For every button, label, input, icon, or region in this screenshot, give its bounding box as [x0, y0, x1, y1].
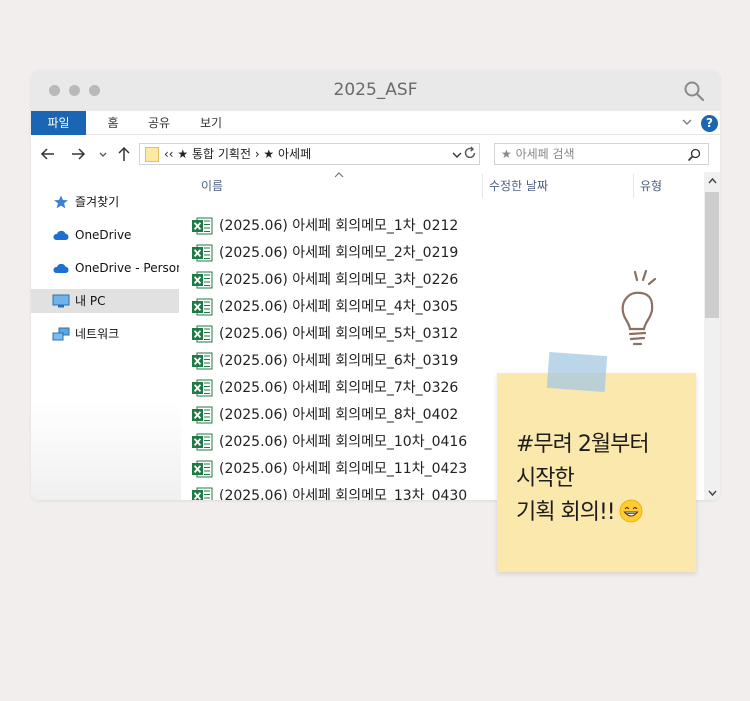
address-path: ‹‹ ★ 통합 기획전 › ★ 아세페: [164, 147, 312, 161]
note-line-text: 기획 회의!!: [516, 500, 616, 525]
column-header-date[interactable]: 수정한 날짜: [489, 172, 548, 200]
file-row[interactable]: (2025.06) 아세페 회의메모_4차_0305: [191, 294, 661, 320]
search-box[interactable]: [494, 143, 709, 165]
file-row[interactable]: (2025.06) 아세페 회의메모_1차_0212: [191, 213, 661, 239]
sticky-note-text: #무려 2월부터 시작한 기획 회의!!: [516, 428, 691, 530]
window-title: 2025_ASF: [333, 80, 418, 100]
tab-view[interactable]: 보기: [191, 111, 231, 135]
refresh-icon[interactable]: [462, 144, 478, 162]
navigation-pane: 즐겨찾기 OneDrive OneDrive - Personal 내 PC: [31, 172, 181, 500]
back-arrow-icon[interactable]: [39, 145, 57, 163]
file-name: (2025.06) 아세페 회의메모_13차_0430: [219, 488, 468, 500]
search-icon[interactable]: [683, 80, 705, 102]
excel-file-icon: [192, 352, 213, 370]
search-input[interactable]: [501, 145, 681, 163]
tab-home[interactable]: 홈: [97, 111, 129, 135]
file-name: (2025.06) 아세페 회의메모_3차_0226: [219, 272, 459, 288]
vertical-scrollbar[interactable]: [704, 172, 720, 500]
chevron-down-icon[interactable]: [681, 116, 693, 128]
sidebar-item-label: 내 PC: [75, 294, 106, 308]
scroll-down-icon[interactable]: [708, 490, 717, 497]
excel-file-icon: [192, 325, 213, 343]
tab-share[interactable]: 공유: [139, 111, 179, 135]
sidebar-item-onedrive[interactable]: OneDrive: [31, 223, 179, 247]
star-icon: [54, 195, 68, 209]
sidebar-item-label: OneDrive: [75, 228, 132, 242]
search-icon[interactable]: [688, 148, 701, 161]
sidebar-item-network[interactable]: 네트워크: [31, 322, 179, 346]
file-row[interactable]: (2025.06) 아세페 회의메모_3차_0226: [191, 267, 661, 293]
note-line: 기획 회의!!: [516, 496, 691, 530]
excel-file-icon: [192, 217, 213, 235]
masking-tape: [546, 352, 608, 392]
up-arrow-icon[interactable]: [116, 145, 132, 163]
excel-file-icon: [192, 244, 213, 262]
excel-file-icon: [192, 379, 213, 397]
column-header-name[interactable]: 이름: [201, 172, 223, 200]
scroll-thumb[interactable]: [705, 192, 719, 318]
monitor-icon: [52, 294, 70, 308]
excel-file-icon: [192, 406, 213, 424]
forward-arrow-icon[interactable]: [69, 145, 87, 163]
note-line: 시작한: [516, 466, 575, 491]
scroll-up-icon[interactable]: [708, 177, 717, 184]
sticky-note: #무려 2월부터 시작한 기획 회의!!: [497, 373, 696, 572]
navigation-bar: ‹‹ ★ 통합 기획전 › ★ 아세페: [31, 136, 720, 172]
file-row[interactable]: (2025.06) 아세페 회의메모_2차_0219: [191, 240, 661, 266]
recent-dropdown-icon[interactable]: [97, 145, 109, 163]
file-name: (2025.06) 아세페 회의메모_6차_0319: [219, 353, 459, 369]
sidebar-item-favorites[interactable]: 즐겨찾기: [31, 190, 179, 214]
sidebar-item-label: OneDrive - Personal: [75, 261, 179, 275]
sidebar-item-label: 네트워크: [75, 327, 120, 341]
column-header-type[interactable]: 유형: [640, 172, 662, 200]
sidebar-item-onedrive-personal[interactable]: OneDrive - Personal: [31, 256, 179, 280]
file-name: (2025.06) 아세페 회의메모_8차_0402: [219, 407, 459, 423]
file-name: (2025.06) 아세페 회의메모_11차_0423: [219, 461, 468, 477]
sort-ascending-icon: [334, 172, 344, 178]
excel-file-icon: [192, 433, 213, 451]
sidebar-item-this-pc[interactable]: 내 PC: [31, 289, 179, 313]
cloud-icon: [53, 230, 69, 240]
excel-file-icon: [192, 298, 213, 316]
file-name: (2025.06) 아세페 회의메모_2차_0219: [219, 245, 459, 261]
grinning-face-emoji-icon: [619, 499, 642, 523]
file-row[interactable]: (2025.06) 아세페 회의메모_5차_0312: [191, 321, 661, 347]
ribbon-tabs: 파일 홈 공유 보기 ?: [31, 111, 720, 135]
network-icon: [52, 327, 70, 341]
file-name: (2025.06) 아세페 회의메모_4차_0305: [219, 299, 459, 315]
column-divider[interactable]: [633, 174, 634, 198]
file-name: (2025.06) 아세페 회의메모_5차_0312: [219, 326, 459, 342]
file-name: (2025.06) 아세페 회의메모_10차_0416: [219, 434, 468, 450]
tab-file[interactable]: 파일: [31, 111, 86, 135]
help-icon[interactable]: ?: [701, 115, 718, 132]
excel-file-icon: [192, 460, 213, 478]
excel-file-icon: [192, 487, 213, 500]
excel-file-icon: [192, 271, 213, 289]
column-divider[interactable]: [482, 174, 483, 198]
note-line: #무려 2월부터: [516, 432, 650, 457]
lightbulb-icon: [621, 269, 657, 346]
file-name: (2025.06) 아세페 회의메모_1차_0212: [219, 218, 459, 234]
address-bar[interactable]: ‹‹ ★ 통합 기획전 › ★ 아세페: [139, 143, 480, 165]
folder-icon: [145, 147, 159, 162]
file-name: (2025.06) 아세페 회의메모_7차_0326: [219, 380, 459, 396]
sidebar-item-label: 즐겨찾기: [75, 195, 120, 209]
cloud-icon: [53, 263, 69, 273]
title-bar: 2025_ASF: [31, 70, 720, 111]
